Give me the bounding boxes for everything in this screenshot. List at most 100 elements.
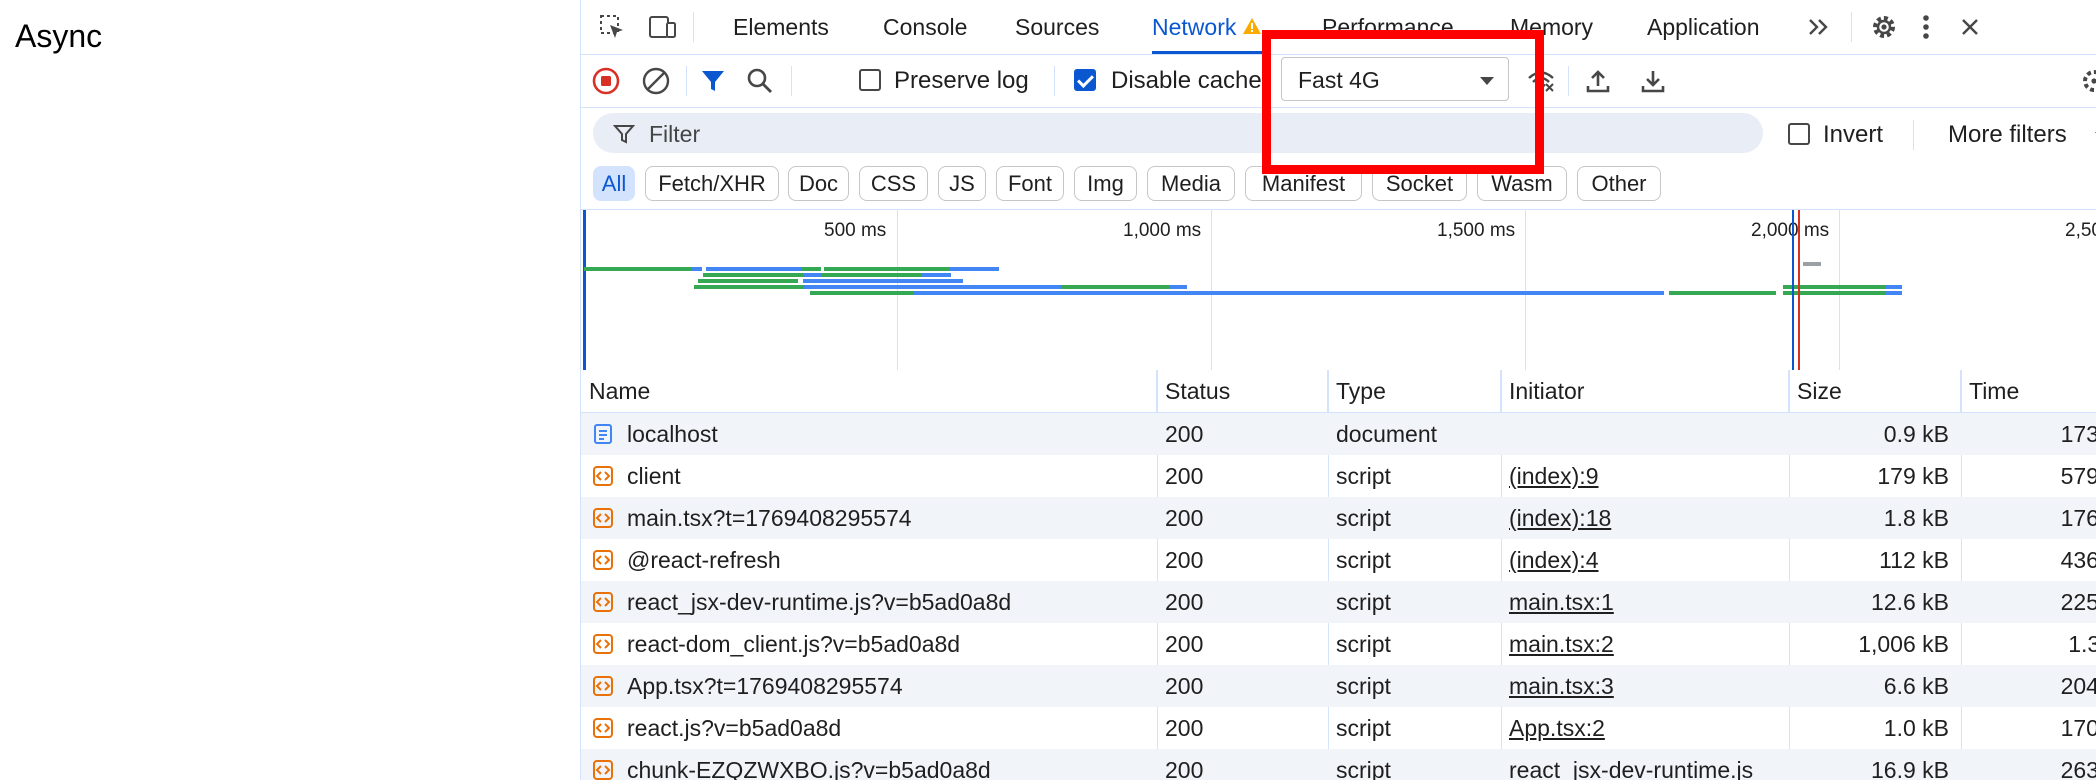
network-settings-gear-icon[interactable] [2077, 64, 2096, 98]
throttling-select[interactable]: Fast 4G [1281, 57, 1509, 101]
invert-checkbox[interactable] [1788, 123, 1810, 145]
column-header-status[interactable]: Status [1157, 370, 1328, 412]
toolbar-divider [1913, 120, 1914, 150]
table-row[interactable]: react_jsx-dev-runtime.js?v=b5ad0a8d 200 … [581, 581, 2096, 623]
request-name: main.tsx?t=1769408295574 [627, 504, 912, 531]
filter-chip-other[interactable]: Other [1577, 166, 1661, 201]
script-icon [593, 676, 613, 696]
request-initiator[interactable]: main.tsx:3 [1509, 665, 1784, 707]
disable-cache-checkbox[interactable] [1074, 69, 1096, 91]
request-status: 200 [1165, 756, 1204, 780]
tab-network[interactable]: Network [1152, 0, 1263, 54]
clear-icon[interactable] [639, 64, 673, 98]
tab-application[interactable]: Application [1647, 0, 1760, 54]
table-row[interactable]: client 200 script (index):9 179 kB 579 r [581, 455, 2096, 497]
tab-memory[interactable]: Memory [1510, 0, 1593, 54]
stop-recording-icon[interactable] [589, 64, 623, 98]
filter-chip-js[interactable]: JS [938, 166, 986, 201]
request-status: 200 [1165, 504, 1204, 531]
request-time: 1.36 [2068, 630, 2096, 657]
waterfall-bar [1669, 291, 1776, 295]
filter-chip-img[interactable]: Img [1074, 166, 1137, 201]
devtools-panel: Elements Console Sources Network Perform… [580, 0, 2096, 780]
tab-console[interactable]: Console [883, 0, 967, 54]
table-header: Name Status Type Initiator Size Time [581, 370, 2096, 413]
request-initiator[interactable]: react_jsx-dev-runtime.js [1509, 749, 1784, 780]
overview-gridline [1211, 210, 1212, 370]
overview-start-marker[interactable] [583, 210, 586, 370]
network-overview[interactable]: 500 ms 1,000 ms 1,500 ms 2,000 ms 2,50 [581, 209, 2096, 371]
filter-chip-manifest[interactable]: Manifest [1245, 166, 1362, 201]
kebab-menu-icon[interactable] [1909, 10, 1943, 44]
filter-chip-doc[interactable]: Doc [788, 166, 849, 201]
filter-chip-fetch-xhr[interactable]: Fetch/XHR [645, 166, 779, 201]
filter-input[interactable]: Filter [593, 113, 1763, 153]
waterfall-bar [694, 285, 804, 289]
request-time: 170 r [2060, 714, 2096, 741]
toolbar-divider [1851, 12, 1852, 42]
column-header-time[interactable]: Time [1961, 370, 2096, 412]
waterfall-bar [803, 279, 963, 283]
table-row[interactable]: chunk-EZQZWXBO.js?v=b5ad0a8d 200 script … [581, 749, 2096, 780]
export-har-download-icon[interactable] [1636, 64, 1670, 98]
table-row[interactable]: App.tsx?t=1769408295574 200 script main.… [581, 665, 2096, 707]
settings-gear-icon[interactable] [1867, 10, 1901, 44]
filter-chip-all[interactable]: All [593, 166, 635, 201]
script-icon [593, 550, 613, 570]
request-name: client [627, 462, 681, 489]
toolbar-divider [686, 66, 687, 96]
toolbar-divider [1054, 66, 1055, 96]
filter-chip-socket[interactable]: Socket [1372, 166, 1467, 201]
request-initiator[interactable]: main.tsx:2 [1509, 623, 1784, 665]
filter-chip-media[interactable]: Media [1147, 166, 1235, 201]
request-name: react_jsx-dev-runtime.js?v=b5ad0a8d [627, 588, 1012, 615]
tab-sources[interactable]: Sources [1015, 0, 1099, 54]
filter-icon [613, 125, 635, 144]
device-toolbar-icon[interactable] [645, 10, 679, 44]
column-header-type[interactable]: Type [1328, 370, 1501, 412]
waterfall-bar [824, 267, 949, 271]
import-har-upload-icon[interactable] [1581, 64, 1615, 98]
inspect-element-icon[interactable] [595, 10, 629, 44]
network-toolbar: Preserve log Disable cache Fast 4G [581, 55, 2096, 108]
more-filters-button[interactable]: More filters [1948, 121, 2067, 149]
request-initiator[interactable]: (index):4 [1509, 539, 1784, 581]
search-icon[interactable] [743, 64, 777, 98]
request-initiator[interactable]: (index):9 [1509, 455, 1784, 497]
network-conditions-wifi-icon[interactable] [1524, 64, 1558, 98]
filter-funnel-icon[interactable] [696, 64, 730, 98]
request-initiator[interactable]: (index):18 [1509, 497, 1784, 539]
table-row[interactable]: react.js?v=b5ad0a8d 200 script App.tsx:2… [581, 707, 2096, 749]
column-header-name[interactable]: Name [581, 370, 1157, 412]
filter-chip-css[interactable]: CSS [859, 166, 928, 201]
column-header-initiator[interactable]: Initiator [1501, 370, 1789, 412]
preserve-log-checkbox[interactable] [859, 69, 881, 91]
close-icon[interactable] [1953, 10, 1987, 44]
table-row[interactable]: react-dom_client.js?v=b5ad0a8d 200 scrip… [581, 623, 2096, 665]
overview-tick: 500 ms [824, 220, 887, 241]
request-type: script [1336, 546, 1391, 573]
table-row[interactable]: main.tsx?t=1769408295574 200 script (ind… [581, 497, 2096, 539]
table-row[interactable]: @react-refresh 200 script (index):4 112 … [581, 539, 2096, 581]
request-initiator[interactable]: main.tsx:1 [1509, 581, 1784, 623]
overview-gridline [1525, 210, 1526, 370]
table-row[interactable]: localhost 200 document 0.9 kB 173 r [581, 413, 2096, 455]
more-tabs-chevron-icon[interactable] [1802, 10, 1836, 44]
request-type: document [1336, 420, 1438, 447]
filter-chip-wasm[interactable]: Wasm [1477, 166, 1567, 201]
request-name: react.js?v=b5ad0a8d [627, 714, 842, 741]
filter-chip-font[interactable]: Font [996, 166, 1064, 201]
request-size: 0.9 kB [1883, 420, 1949, 447]
script-icon [593, 508, 613, 528]
request-time: 204 r [2060, 672, 2096, 699]
request-size: 112 kB [1879, 546, 1949, 573]
tab-elements[interactable]: Elements [733, 0, 829, 54]
column-header-size[interactable]: Size [1789, 370, 1961, 412]
request-size: 1.0 kB [1883, 714, 1949, 741]
request-time: 579 r [2060, 462, 2096, 489]
overview-gridline [1839, 210, 1840, 370]
tab-performance[interactable]: Performance [1322, 0, 1454, 54]
request-initiator[interactable] [1509, 413, 1784, 455]
script-icon [593, 760, 613, 780]
request-initiator[interactable]: App.tsx:2 [1509, 707, 1784, 749]
